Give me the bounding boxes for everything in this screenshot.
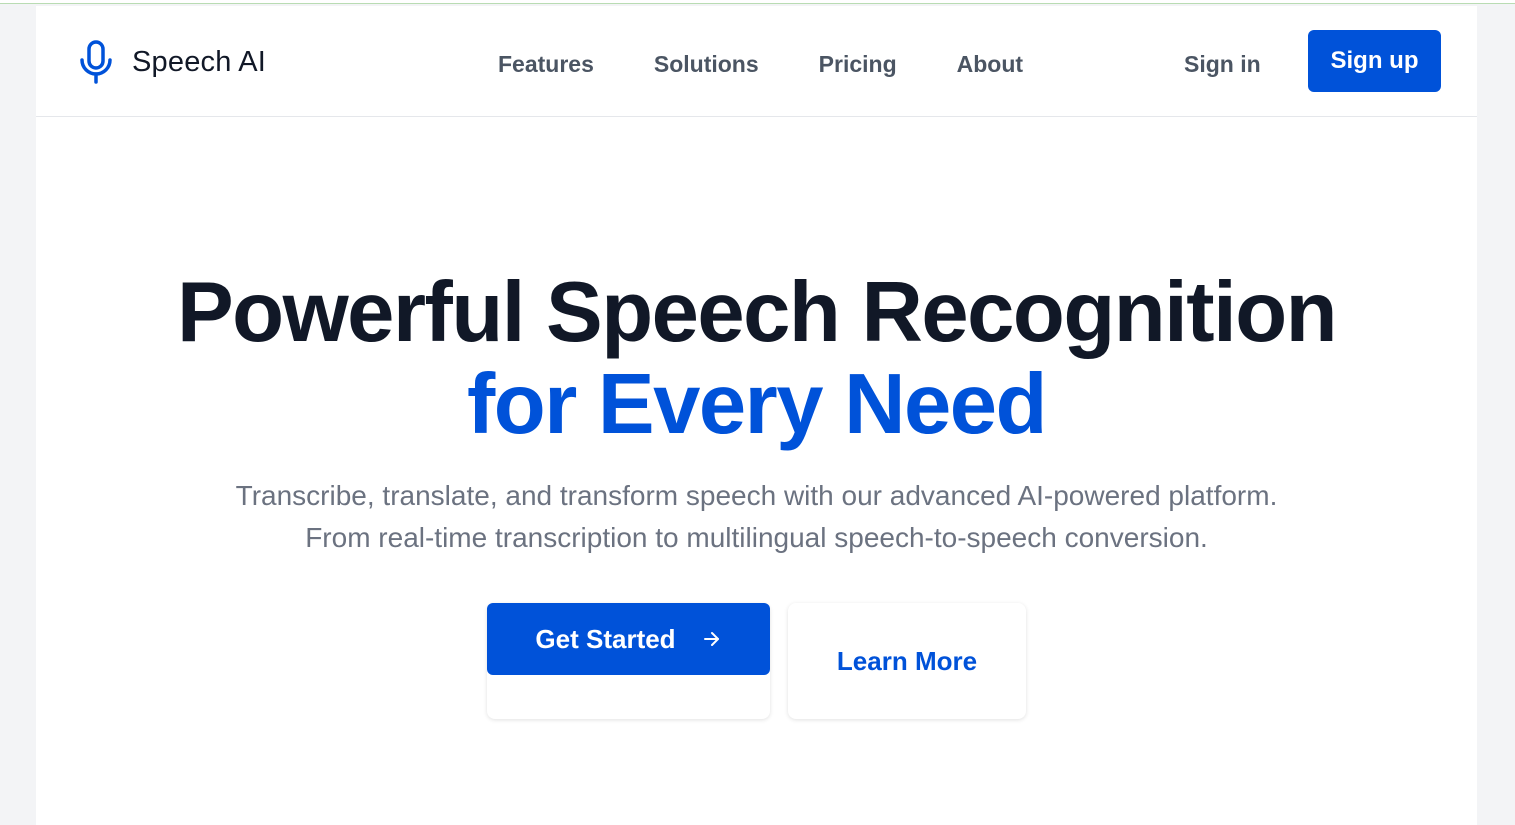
- hero-section: Powerful Speech Recognition for Every Ne…: [36, 117, 1477, 825]
- brand-logo[interactable]: Speech AI: [78, 37, 266, 87]
- sign-in-link[interactable]: Sign in: [1184, 44, 1261, 84]
- hero-subtitle-line1: Transcribe, translate, and transform spe…: [235, 480, 1278, 511]
- hero-headline-accent: for Every Need: [467, 357, 1047, 452]
- nav-links: Features Solutions Pricing About: [498, 44, 1023, 84]
- get-started-label: Get Started: [535, 623, 676, 654]
- get-started-card: Get Started: [487, 603, 770, 719]
- nav-link-solutions[interactable]: Solutions: [654, 51, 759, 78]
- arrow-right-icon: [703, 632, 719, 646]
- hero-headline: Powerful Speech Recognition for Every Ne…: [36, 267, 1477, 451]
- learn-more-label: Learn More: [836, 645, 978, 676]
- nav-link-pricing[interactable]: Pricing: [819, 51, 897, 78]
- microphone-icon: [80, 40, 112, 84]
- hero-headline-line1: Powerful Speech Recognition: [176, 265, 1338, 360]
- nav-link-features[interactable]: Features: [498, 51, 594, 78]
- learn-more-button[interactable]: Learn More: [788, 603, 1026, 719]
- get-started-button[interactable]: Get Started: [487, 603, 770, 675]
- landing-page: Speech AI Features Solutions Pricing Abo…: [36, 6, 1477, 825]
- brand-name: Speech AI: [132, 45, 267, 78]
- nav-link-about[interactable]: About: [957, 51, 1023, 78]
- browser-top-strip: [0, 0, 1515, 4]
- hero-subtitle: Transcribe, translate, and transform spe…: [36, 475, 1477, 559]
- sign-up-button[interactable]: Sign up: [1308, 30, 1441, 92]
- hero-subtitle-line2: From real-time transcription to multilin…: [305, 522, 1208, 553]
- navbar: Speech AI Features Solutions Pricing Abo…: [36, 6, 1477, 117]
